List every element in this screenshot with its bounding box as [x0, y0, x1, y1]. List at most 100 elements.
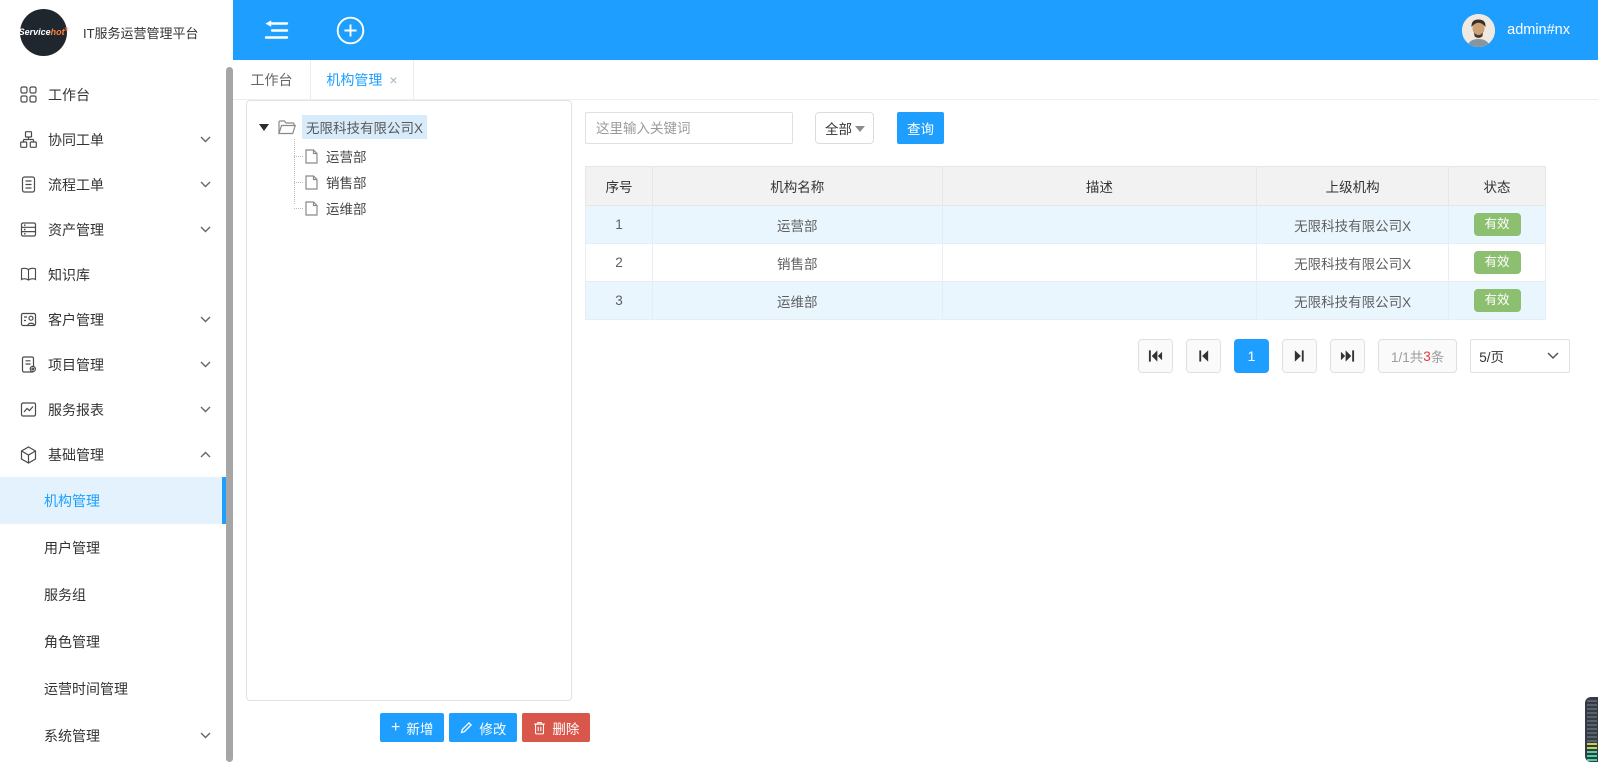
table-row[interactable]: 2 销售部 无限科技有限公司X 有效: [586, 244, 1546, 282]
grid-icon: [20, 86, 37, 103]
tree-node-dept[interactable]: 运维部: [305, 195, 571, 221]
submenu-label: 服务组: [44, 585, 86, 605]
sidebar-item-process-orders[interactable]: 流程工单: [0, 162, 227, 207]
page-summary-prefix: 1/1共: [1391, 346, 1423, 366]
page-summary-suffix: 条: [1431, 346, 1445, 366]
avatar: [1462, 14, 1495, 47]
last-page-button[interactable]: [1330, 339, 1365, 373]
sidebar-item-project-mgmt[interactable]: 项目管理: [0, 342, 227, 387]
last-page-icon: [1340, 349, 1355, 363]
col-header-seq: 序号: [586, 167, 653, 206]
plus-icon: +: [391, 720, 400, 736]
form-icon: [20, 176, 37, 193]
page-size-select[interactable]: 5/页: [1470, 339, 1570, 373]
sidebar-item-operation-time-mgmt[interactable]: 运营时间管理: [0, 665, 227, 712]
col-header-name: 机构名称: [652, 167, 942, 206]
sidebar-item-workbench[interactable]: 工作台: [0, 72, 227, 117]
logo-registered-mark: ®: [65, 27, 69, 33]
menu-label: 项目管理: [48, 355, 104, 375]
widget-stripes-teal: [1587, 751, 1597, 762]
widget-stripes-yellow: [1587, 743, 1597, 751]
cell-seq: 1: [586, 206, 653, 244]
tree-node-dept[interactable]: 运营部: [305, 143, 571, 169]
next-page-icon: [1293, 349, 1306, 363]
tab-label: 工作台: [251, 70, 293, 90]
chevron-down-icon: [200, 136, 211, 143]
table-row[interactable]: 1 运营部 无限科技有限公司X 有效: [586, 206, 1546, 244]
file-icon: [305, 175, 318, 190]
report-chart-icon: [20, 401, 37, 418]
sidebar-scrollbar[interactable]: [226, 67, 233, 762]
tree-node-root[interactable]: 无限科技有限公司X: [259, 115, 571, 139]
pagination: 1 1/1共3条 5/页: [1138, 339, 1570, 373]
pencil-icon: [460, 721, 473, 734]
delete-button[interactable]: 删除: [522, 713, 590, 742]
tree-node-dept[interactable]: 销售部: [305, 169, 571, 195]
next-page-button[interactable]: [1282, 339, 1317, 373]
first-page-icon: [1148, 349, 1163, 363]
add-button[interactable]: + 新增: [380, 713, 444, 742]
tabbar: 工作台 机构管理 ×: [233, 60, 1598, 100]
scope-select[interactable]: 全部: [815, 112, 874, 144]
cell-parent: 无限科技有限公司X: [1257, 244, 1449, 282]
add-circle-icon[interactable]: [333, 13, 367, 47]
keyword-search-input[interactable]: [585, 112, 793, 144]
prev-page-button[interactable]: [1186, 339, 1221, 373]
collapse-sidebar-icon[interactable]: [259, 13, 293, 47]
sidebar-item-basic-mgmt[interactable]: 基础管理: [0, 432, 227, 477]
chevron-down-icon: [200, 181, 211, 188]
search-button[interactable]: 查询: [897, 112, 944, 144]
table-row[interactable]: 3 运维部 无限科技有限公司X 有效: [586, 282, 1546, 320]
chevron-up-icon: [200, 451, 211, 458]
col-header-desc: 描述: [942, 167, 1257, 206]
menu-label: 基础管理: [48, 445, 104, 465]
caret-down-icon: [855, 126, 865, 132]
menu-label: 知识库: [48, 265, 90, 285]
server-icon: [20, 221, 37, 238]
first-page-button[interactable]: [1138, 339, 1173, 373]
submenu-label: 角色管理: [44, 632, 100, 652]
tree-actions: + 新增 修改 删除: [380, 713, 590, 742]
sidebar-item-system-mgmt[interactable]: 系统管理: [0, 712, 227, 759]
sidebar: Servicehot® IT服务运营管理平台 工作台 协同工单: [0, 0, 233, 762]
trash-icon: [533, 721, 546, 735]
servicehot-logo: Servicehot®: [20, 9, 67, 56]
sidebar-item-role-mgmt[interactable]: 角色管理: [0, 618, 227, 665]
topbar: admin#nx: [233, 0, 1598, 60]
tab-label: 机构管理: [326, 70, 382, 90]
col-header-parent: 上级机构: [1257, 167, 1449, 206]
book-icon: [20, 266, 37, 283]
sidebar-item-asset-mgmt[interactable]: 资产管理: [0, 207, 227, 252]
sidebar-item-collab-orders[interactable]: 协同工单: [0, 117, 227, 162]
submenu-label: 用户管理: [44, 538, 100, 558]
browser-extension-widget[interactable]: [1585, 697, 1598, 762]
sidebar-item-org-mgmt[interactable]: 机构管理: [0, 477, 227, 524]
chevron-down-icon: [200, 226, 211, 233]
logo-text-service: Service: [19, 27, 51, 37]
file-icon: [305, 201, 318, 216]
cell-name: 销售部: [652, 244, 942, 282]
user-menu[interactable]: admin#nx: [1462, 14, 1570, 47]
edit-button[interactable]: 修改: [449, 713, 517, 742]
col-header-status: 状态: [1449, 167, 1546, 206]
sidebar-item-customer-mgmt[interactable]: 客户管理: [0, 297, 227, 342]
file-icon: [305, 149, 318, 164]
sidebar-item-service-reports[interactable]: 服务报表: [0, 387, 227, 432]
cell-parent: 无限科技有限公司X: [1257, 206, 1449, 244]
close-icon[interactable]: ×: [389, 72, 397, 88]
menu-label: 服务报表: [48, 400, 104, 420]
caret-down-icon[interactable]: [259, 124, 269, 131]
cube-icon: [20, 446, 37, 463]
tab-org-mgmt[interactable]: 机构管理 ×: [311, 60, 414, 100]
sidebar-item-knowledge-base[interactable]: 知识库: [0, 252, 227, 297]
sidebar-item-service-group[interactable]: 服务组: [0, 571, 227, 618]
submenu-label: 系统管理: [44, 726, 100, 746]
menu-label: 流程工单: [48, 175, 104, 195]
tab-workbench[interactable]: 工作台: [233, 60, 311, 100]
cell-seq: 3: [586, 282, 653, 320]
cell-name: 运营部: [652, 206, 942, 244]
logo-text-hot: hot: [51, 27, 65, 37]
tree-root-label[interactable]: 无限科技有限公司X: [302, 115, 427, 139]
current-page-button[interactable]: 1: [1234, 339, 1269, 373]
sidebar-item-user-mgmt[interactable]: 用户管理: [0, 524, 227, 571]
